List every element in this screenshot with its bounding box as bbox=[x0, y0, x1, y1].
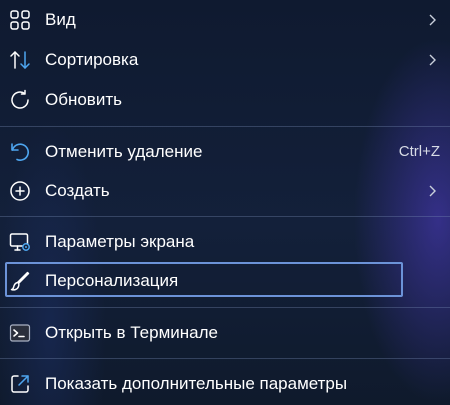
plus-circle-icon bbox=[8, 179, 32, 203]
terminal-icon bbox=[8, 321, 32, 345]
chevron-right-icon bbox=[424, 52, 440, 68]
menu-item-show-more-options[interactable]: Показать дополнительные параметры bbox=[0, 364, 450, 404]
menu-item-display-settings[interactable]: Параметры экрана bbox=[0, 222, 450, 262]
menu-item-label: Показать дополнительные параметры bbox=[45, 374, 348, 393]
menu-separator bbox=[0, 307, 450, 308]
menu-item-undo-delete[interactable]: Отменить удаление Ctrl+Z bbox=[0, 132, 450, 172]
context-menu: Вид Сортировка Обновить Отменить удалени… bbox=[0, 0, 450, 405]
brush-icon bbox=[8, 269, 32, 293]
menu-item-personalization[interactable]: Персонализация bbox=[0, 261, 450, 301]
menu-item-open-terminal[interactable]: Открыть в Терминале bbox=[0, 313, 450, 353]
menu-separator bbox=[0, 126, 450, 127]
undo-icon bbox=[8, 140, 32, 164]
sort-arrows-icon bbox=[8, 48, 32, 72]
menu-separator bbox=[0, 216, 450, 217]
external-link-icon bbox=[8, 372, 32, 396]
menu-item-sort[interactable]: Сортировка bbox=[0, 40, 450, 80]
menu-item-label: Отменить удаление bbox=[45, 142, 203, 161]
menu-item-label: Сортировка bbox=[45, 50, 139, 69]
grid-icon bbox=[8, 8, 32, 32]
menu-item-label: Параметры экрана bbox=[45, 232, 195, 251]
menu-item-label: Открыть в Терминале bbox=[45, 323, 218, 342]
display-settings-icon bbox=[8, 230, 32, 254]
menu-item-create[interactable]: Создать bbox=[0, 171, 450, 211]
refresh-icon bbox=[8, 88, 32, 112]
menu-separator bbox=[0, 358, 450, 359]
menu-item-refresh[interactable]: Обновить bbox=[0, 80, 450, 120]
chevron-right-icon bbox=[424, 183, 440, 199]
menu-item-label: Персонализация bbox=[45, 271, 179, 290]
menu-item-label: Вид bbox=[45, 10, 76, 29]
shortcut-text: Ctrl+Z bbox=[398, 143, 440, 160]
chevron-right-icon bbox=[424, 12, 440, 28]
menu-item-label: Создать bbox=[45, 181, 110, 200]
menu-item-view[interactable]: Вид bbox=[0, 0, 450, 40]
menu-item-label: Обновить bbox=[45, 90, 122, 109]
